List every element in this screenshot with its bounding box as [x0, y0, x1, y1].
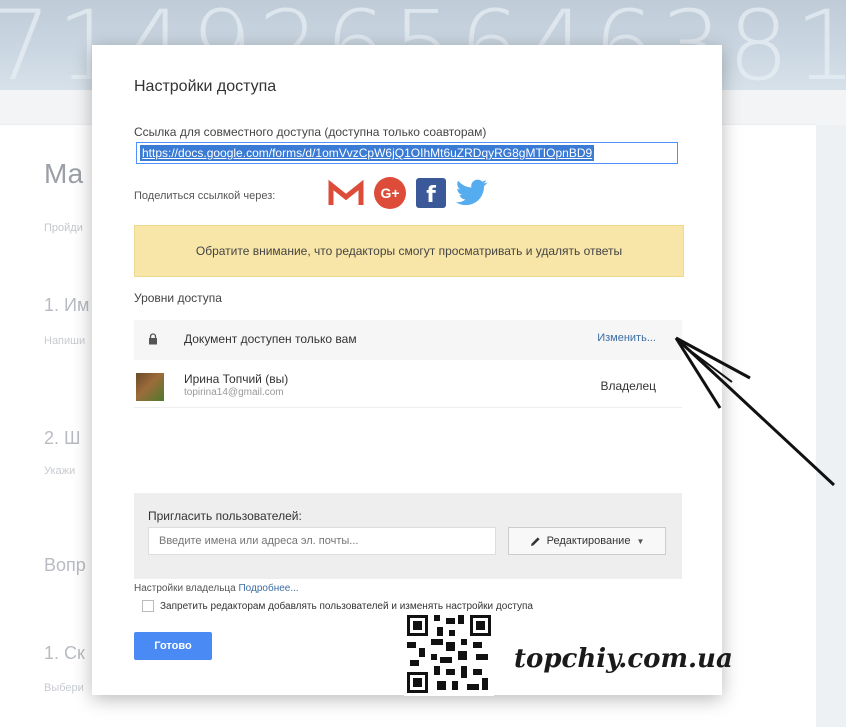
owner-email: topirina14@gmail.com: [184, 387, 284, 398]
question-3: 1. Ск: [44, 643, 85, 663]
owner-settings-label: Настройки владельца: [134, 583, 236, 594]
access-row-text: Документ доступен только вам: [184, 332, 357, 346]
done-button[interactable]: Готово: [134, 632, 212, 660]
restrict-editors-checkbox[interactable]: [142, 600, 154, 612]
watermark-text: topchiy.com.ua: [514, 644, 733, 674]
restrict-editors-label: Запретить редакторам добавлять пользоват…: [160, 600, 533, 612]
share-link-label: Ссылка для совместного доступа (доступна…: [134, 125, 487, 139]
question-hint-3: Выбери: [44, 682, 84, 694]
section-title: Вопр: [44, 555, 86, 575]
form-title: Ма: [44, 158, 84, 189]
owner-role: Владелец: [600, 379, 656, 393]
question-1: 1. Им: [44, 295, 90, 315]
access-levels-label: Уровни доступа: [134, 291, 222, 305]
avatar: [136, 373, 164, 401]
chevron-down-icon: ▼: [636, 536, 645, 546]
invite-label: Пригласить пользователей:: [148, 509, 302, 523]
question-hint-2: Укажи: [44, 465, 76, 477]
owner-row: Ирина Топчий (вы) topirina14@gmail.com В…: [134, 367, 682, 408]
pencil-icon: [530, 536, 540, 546]
twitter-icon[interactable]: [456, 179, 488, 207]
gmail-icon[interactable]: [328, 177, 364, 209]
owner-settings-link[interactable]: Подробнее...: [238, 583, 298, 594]
permission-dropdown[interactable]: Редактирование ▼: [508, 527, 666, 555]
invite-input[interactable]: [148, 527, 496, 555]
share-link-value: https://docs.google.com/forms/d/1omVvzCp…: [140, 145, 595, 161]
owner-name: Ирина Топчий (вы): [184, 372, 289, 386]
google-plus-icon[interactable]: G+: [374, 177, 406, 209]
lock-icon: [149, 333, 157, 345]
change-access-link[interactable]: Изменить...: [597, 332, 656, 344]
share-via-label: Поделиться ссылкой через:: [134, 190, 276, 202]
facebook-icon[interactable]: f: [416, 178, 446, 208]
restrict-editors-option[interactable]: Запретить редакторам добавлять пользоват…: [142, 600, 533, 612]
share-link-field[interactable]: https://docs.google.com/forms/d/1omVvzCp…: [136, 142, 678, 164]
sharing-dialog: Настройки доступа Ссылка для совместного…: [92, 45, 722, 695]
permission-value: Редактирование: [546, 535, 631, 547]
qr-code: [404, 612, 494, 696]
warning-banner: Обратите внимание, что редакторы смогут …: [134, 225, 684, 277]
invite-section: Пригласить пользователей: Редактирование…: [134, 493, 682, 579]
access-row: Документ доступен только вам Изменить...: [134, 320, 682, 360]
dialog-title: Настройки доступа: [134, 78, 277, 95]
question-2: 2. Ш: [44, 428, 81, 448]
question-hint-1: Напиши: [44, 335, 86, 347]
annotation-arrow: [674, 336, 836, 487]
form-subtitle: Пройди: [44, 222, 83, 234]
owner-settings: Настройки владельца Подробнее...: [134, 583, 299, 594]
share-icons: G+ f: [328, 177, 488, 209]
warning-text: Обратите внимание, что редакторы смогут …: [195, 244, 623, 258]
